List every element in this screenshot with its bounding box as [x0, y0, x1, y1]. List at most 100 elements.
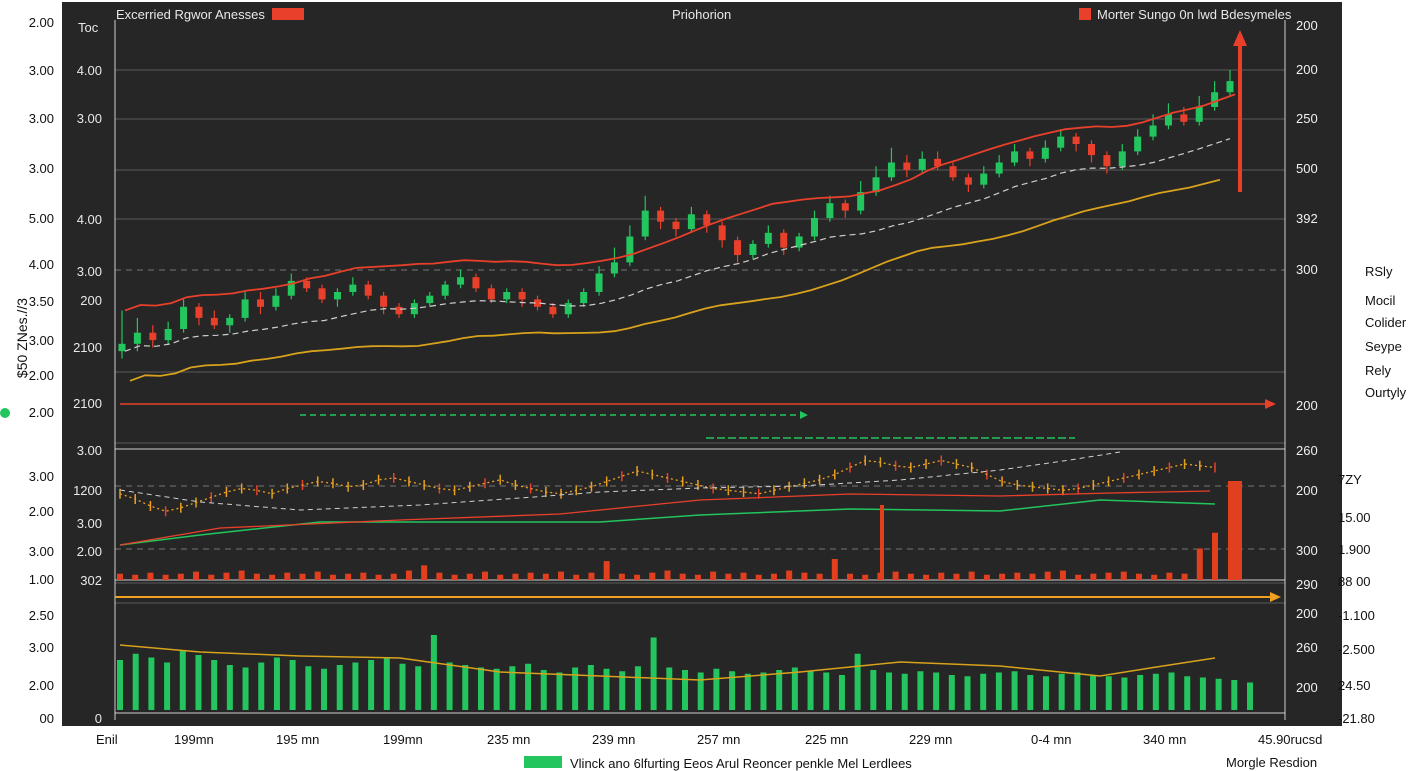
candle-body-21: [441, 284, 449, 296]
right-upper-tick-5: 300: [1296, 262, 1318, 277]
signal-arrow-1: [800, 411, 808, 419]
vol-red-bar-4: [177, 573, 184, 580]
far-right-tick-2: 1.900: [1338, 542, 1371, 557]
vol-red-mid-spike: [880, 505, 884, 580]
candle-body-5: [195, 306, 203, 318]
vol-red-bar-14: [329, 574, 336, 580]
candle-body-41: [749, 243, 757, 255]
candle-body-63: [1088, 144, 1095, 156]
vol-green-bar-34: [650, 637, 657, 710]
right-lower-tick-3: 200: [1296, 606, 1318, 621]
ma-dashed-line: [124, 138, 1231, 352]
candle-body-60: [1041, 147, 1049, 159]
vol-red-bar-43: [770, 573, 777, 580]
vol-red-bar-35: [649, 572, 656, 580]
outer-left-tick-20: 00: [39, 711, 54, 726]
vol-green-bar-69: [1199, 677, 1206, 710]
candle-body-15: [349, 284, 357, 292]
outer-left-tick-2: 3.00: [28, 111, 54, 126]
candle-body-54: [949, 166, 957, 178]
vol-red-bar-58: [999, 573, 1006, 580]
candle-body-32: [610, 262, 618, 274]
vol-green-bar-50: [901, 673, 908, 710]
vol-green-bar-72: [1247, 682, 1253, 710]
ma-yellow-line: [129, 178, 1221, 382]
far-right-tick-3: 88 00: [1338, 574, 1371, 589]
candle-body-1: [133, 332, 141, 344]
vol-red-bar-65: [1105, 572, 1112, 580]
right-lower-tick-2: 290: [1296, 577, 1318, 592]
vol-red-bar-29: [558, 571, 565, 580]
vol-green-bar-4: [179, 650, 186, 710]
vol-red-bar-66: [1120, 571, 1127, 580]
vol-red-bar-11: [284, 572, 291, 580]
right-lower-tick-0: 200: [1296, 483, 1318, 498]
vol-red-bar-9: [253, 573, 260, 580]
vol-green-bar-27: [540, 670, 547, 710]
candle-body-8: [241, 299, 249, 318]
vol-green-bar-14: [336, 665, 343, 710]
vol-green-bar-49: [886, 672, 893, 710]
vol-red-bar-71: [1196, 548, 1203, 580]
inner-left-tick-4: 3.00: [76, 264, 102, 279]
candle-body-7: [226, 317, 234, 326]
outer-left-tick-13: 3.00: [28, 544, 54, 559]
vol-red-bar-47: [831, 559, 838, 580]
vol-red-bar-28: [542, 573, 549, 580]
far-right-tick-4: -1.100: [1338, 608, 1375, 623]
vol-red-bar-3: [162, 574, 169, 580]
vol-red-bar-44: [786, 570, 793, 580]
candle-body-52: [918, 158, 926, 170]
vol-green-bar-68: [1184, 676, 1191, 710]
far-right-tick-5: -2.500: [1338, 642, 1375, 657]
candle-body-72: [1226, 81, 1234, 93]
vol-red-bar-32: [603, 561, 610, 580]
candle-body-0: [118, 343, 126, 352]
candle-body-18: [395, 306, 403, 315]
vol-red-bar-49: [862, 574, 869, 580]
vol-red-bar-67: [1135, 573, 1142, 580]
vol-green-bar-60: [1058, 673, 1065, 710]
vol-green-bar-46: [838, 675, 845, 710]
candle-body-39: [718, 225, 726, 241]
vol-green-bar-37: [697, 672, 704, 710]
far-right-tick-0: 7ZY: [1338, 472, 1362, 487]
candle-body-34: [641, 210, 649, 237]
vol-red-bar-16: [360, 572, 367, 580]
vol-red-bar-22: [451, 574, 458, 580]
vol-green-bar-22: [462, 665, 469, 710]
vol-red-bar-62: [1059, 570, 1066, 580]
vol-red-bar-39: [710, 571, 717, 580]
vol-red-bar-20: [421, 565, 428, 580]
candle-body-14: [333, 292, 341, 300]
outer-left-tick-10: 3.00: [28, 469, 54, 484]
right-legend-swatch: [1079, 8, 1091, 20]
right-lower-tick-5: 200: [1296, 680, 1318, 695]
candle-body-3: [164, 329, 172, 341]
candle-body-51: [903, 162, 911, 170]
x-tick-1: 195 mn: [276, 732, 320, 747]
candle-body-12: [303, 280, 311, 289]
inner-left-tick-12: 302: [80, 573, 102, 588]
right-legend-label: Morter Sungo 0n lwd Bdesymeles: [1097, 7, 1292, 22]
vol-green-bar-2: [148, 657, 155, 710]
vol-red-bar-5: [193, 571, 200, 580]
vol-green-bar-0: [117, 660, 123, 710]
vol-green-bar-64: [1121, 677, 1128, 710]
x-tick-6: 225 mn: [805, 732, 849, 747]
vol-red-bar-33: [618, 573, 625, 580]
vol-green-bar-42: [776, 670, 783, 710]
candle-body-16: [364, 284, 372, 296]
vol-green-bar-47: [854, 653, 861, 710]
vol-green-bar-24: [493, 668, 500, 710]
outer-left-tick-5: 4.00: [28, 257, 54, 272]
vol-red-bar-56: [968, 571, 975, 580]
vol-green-bar-54: [964, 676, 971, 710]
vol-green-bar-1: [132, 653, 139, 710]
vol-red-bar-27: [527, 572, 534, 580]
vol-green-bar-26: [525, 663, 532, 710]
osc-signal-dashed: [119, 451, 1121, 511]
x-axis-start: Enil: [96, 732, 118, 747]
inner-left-tick-13: 0: [94, 711, 102, 726]
inner-left-tick-6: 2100: [73, 340, 102, 355]
